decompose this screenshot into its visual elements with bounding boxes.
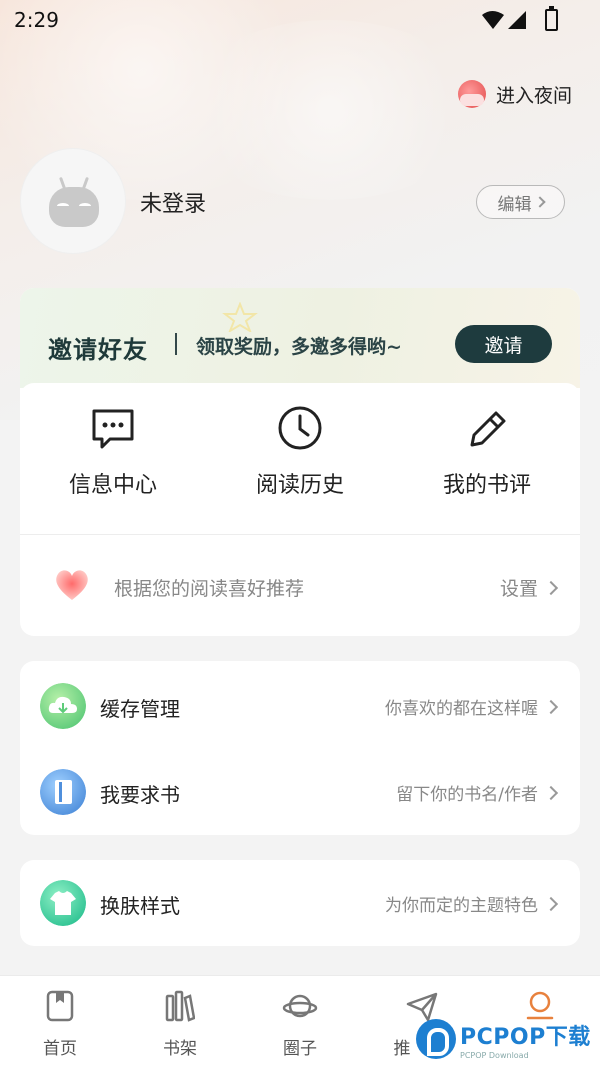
- hint-text: 你喜欢的都在这样喔: [385, 699, 538, 719]
- book-home-icon: [46, 990, 74, 1022]
- hint-text: 为你而定的主题特色: [385, 896, 538, 916]
- shirt-icon: [40, 880, 86, 926]
- menu-item-hint: 留下你的书名/作者: [396, 780, 559, 805]
- recommend-settings-button[interactable]: 设置: [499, 574, 559, 601]
- tab-label: 首页: [43, 1039, 77, 1059]
- battery-icon: [545, 6, 558, 31]
- clock-icon: [278, 406, 322, 450]
- message-icon: [92, 409, 134, 449]
- main-card: 邀请好友 领取奖励，多邀多得哟~ 邀请 信息中心 阅读历史 我的书评 根据您的阅…: [20, 288, 580, 636]
- menu-item-cache[interactable]: 缓存管理 你喜欢的都在这样喔: [20, 663, 580, 749]
- quick-action-label: 阅读历史: [255, 473, 344, 498]
- robot-avatar-icon: [49, 187, 99, 227]
- watermark-text: PCPOP下载: [460, 1024, 591, 1050]
- settings-label: 设置: [499, 578, 538, 600]
- menu-item-label: 换肤样式: [100, 894, 180, 918]
- quick-action-reviews[interactable]: 我的书评: [394, 383, 580, 533]
- chevron-right-icon: [533, 196, 546, 208]
- watermark-subtext: PCPOP Download: [460, 1050, 529, 1060]
- invite-banner[interactable]: 邀请好友 领取奖励，多邀多得哟~ 邀请: [20, 288, 580, 388]
- quick-action-history[interactable]: 阅读历史: [207, 383, 393, 533]
- chevron-right-icon: [543, 580, 559, 595]
- heart-icon: [56, 570, 88, 600]
- quick-action-label: 信息中心: [68, 473, 157, 498]
- night-mode-button[interactable]: 进入夜间: [457, 80, 572, 108]
- recommend-text: 根据您的阅读喜好推荐: [114, 578, 305, 600]
- status-bar: 2:29: [0, 0, 600, 44]
- book-icon: [40, 769, 86, 815]
- star-decoration-icon: [222, 302, 258, 332]
- menu-item-request-book[interactable]: 我要求书 留下你的书名/作者: [20, 749, 580, 835]
- menu-group-storage: 缓存管理 你喜欢的都在这样喔 我要求书 留下你的书名/作者: [20, 661, 580, 835]
- planet-icon: [282, 994, 318, 1018]
- quick-action-label: 我的书评: [442, 473, 531, 498]
- menu-group-theme: 换肤样式 为你而定的主题特色: [20, 860, 580, 946]
- chevron-right-icon: [543, 785, 559, 800]
- hint-text: 留下你的书名/作者: [396, 785, 538, 805]
- chevron-right-icon: [543, 699, 559, 714]
- invite-title: 邀请好友: [48, 336, 148, 364]
- menu-item-label: 缓存管理: [100, 697, 180, 721]
- invite-subtitle: 领取奖励，多邀多得哟~: [196, 336, 402, 358]
- menu-item-skin[interactable]: 换肤样式 为你而定的主题特色: [20, 860, 580, 946]
- watermark-logo-icon: [416, 1019, 456, 1059]
- username[interactable]: 未登录: [140, 186, 206, 218]
- chevron-right-icon: [543, 896, 559, 911]
- cloud-night-icon: [457, 80, 486, 108]
- quick-actions: 信息中心 阅读历史 我的书评: [20, 383, 580, 533]
- tab-home[interactable]: 首页: [0, 976, 120, 1066]
- status-time: 2:29: [14, 8, 59, 32]
- signal-icons: [482, 11, 526, 29]
- invite-button[interactable]: 邀请: [455, 325, 552, 363]
- invite-divider: [175, 333, 177, 355]
- bookshelf-icon: [165, 990, 195, 1022]
- tab-label: 书架: [163, 1039, 197, 1059]
- menu-item-label: 我要求书: [100, 783, 180, 807]
- edit-profile-button[interactable]: 编辑: [476, 185, 565, 219]
- cloud-download-icon: [40, 683, 86, 729]
- quick-action-messages[interactable]: 信息中心: [20, 383, 206, 533]
- avatar[interactable]: [20, 148, 126, 254]
- menu-item-hint: 你喜欢的都在这样喔: [385, 694, 559, 719]
- edit-label: 编辑: [497, 194, 532, 215]
- watermark: PCPOP下载 PCPOP Download: [416, 1012, 600, 1066]
- night-mode-label: 进入夜间: [495, 84, 572, 107]
- pencil-icon: [470, 411, 506, 447]
- menu-item-hint: 为你而定的主题特色: [385, 891, 559, 916]
- tab-bookshelf[interactable]: 书架: [120, 976, 240, 1066]
